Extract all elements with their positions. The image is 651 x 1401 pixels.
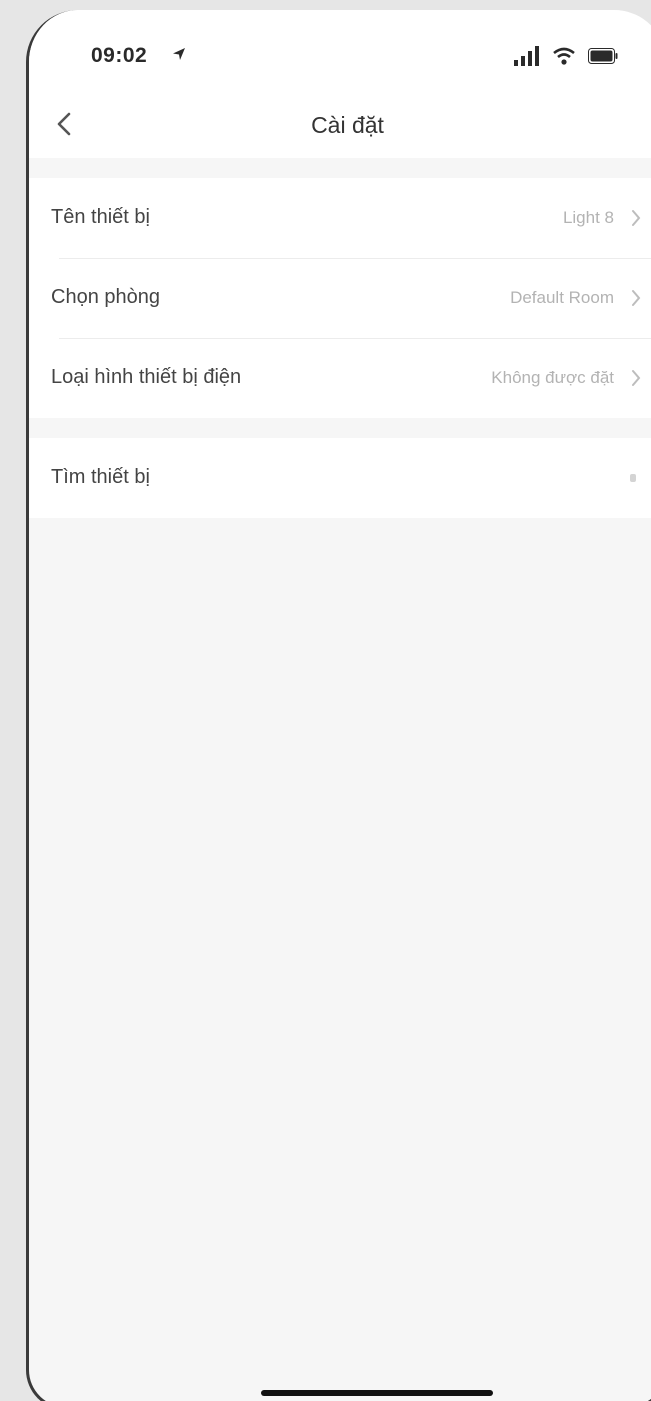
- indicator-icon: [630, 474, 636, 482]
- setting-row-device-name[interactable]: Tên thiết bị Light 8: [29, 178, 651, 258]
- setting-value: Default Room: [510, 288, 614, 307]
- setting-row-device-type[interactable]: Loại hình thiết bị điện Không được đặt: [29, 338, 651, 418]
- chevron-right-icon: [632, 210, 641, 226]
- location-arrow-icon: [173, 48, 185, 60]
- setting-label: Tìm thiết bị: [51, 466, 150, 488]
- battery-icon: [588, 48, 618, 64]
- settings-group-device: Tên thiết bị Light 8 Chọn phòng Default …: [29, 178, 651, 418]
- status-time: 09:02: [91, 44, 148, 67]
- settings-group-find: Tìm thiết bị: [29, 438, 651, 518]
- page-title: Cài đặt: [311, 112, 384, 138]
- status-icons: [514, 46, 626, 66]
- setting-row-choose-room[interactable]: Chọn phòng Default Room: [29, 258, 651, 338]
- setting-label: Tên thiết bị: [51, 206, 150, 228]
- setting-row-find-device[interactable]: Tìm thiết bị: [29, 438, 651, 518]
- setting-value: Light 8: [562, 208, 614, 227]
- status-bar: 09:02: [29, 10, 651, 90]
- chevron-right-icon: [632, 290, 641, 306]
- home-indicator: [261, 1390, 493, 1396]
- chevron-right-icon: [632, 370, 641, 386]
- setting-label: Chọn phòng: [51, 286, 160, 308]
- setting-value: Không được đặt: [491, 368, 614, 387]
- phone-screen: 09:02 Cài đặt Tên thiết bị Light 8 Chọn …: [26, 10, 651, 1401]
- page: 09:02 Cài đặt Tên thiết bị Light 8 Chọn …: [0, 0, 651, 1401]
- nav-bar: Cài đặt: [29, 90, 651, 158]
- setting-label: Loại hình thiết bị điện: [51, 366, 242, 388]
- wifi-icon: [553, 47, 575, 65]
- signal-icon: [514, 46, 539, 66]
